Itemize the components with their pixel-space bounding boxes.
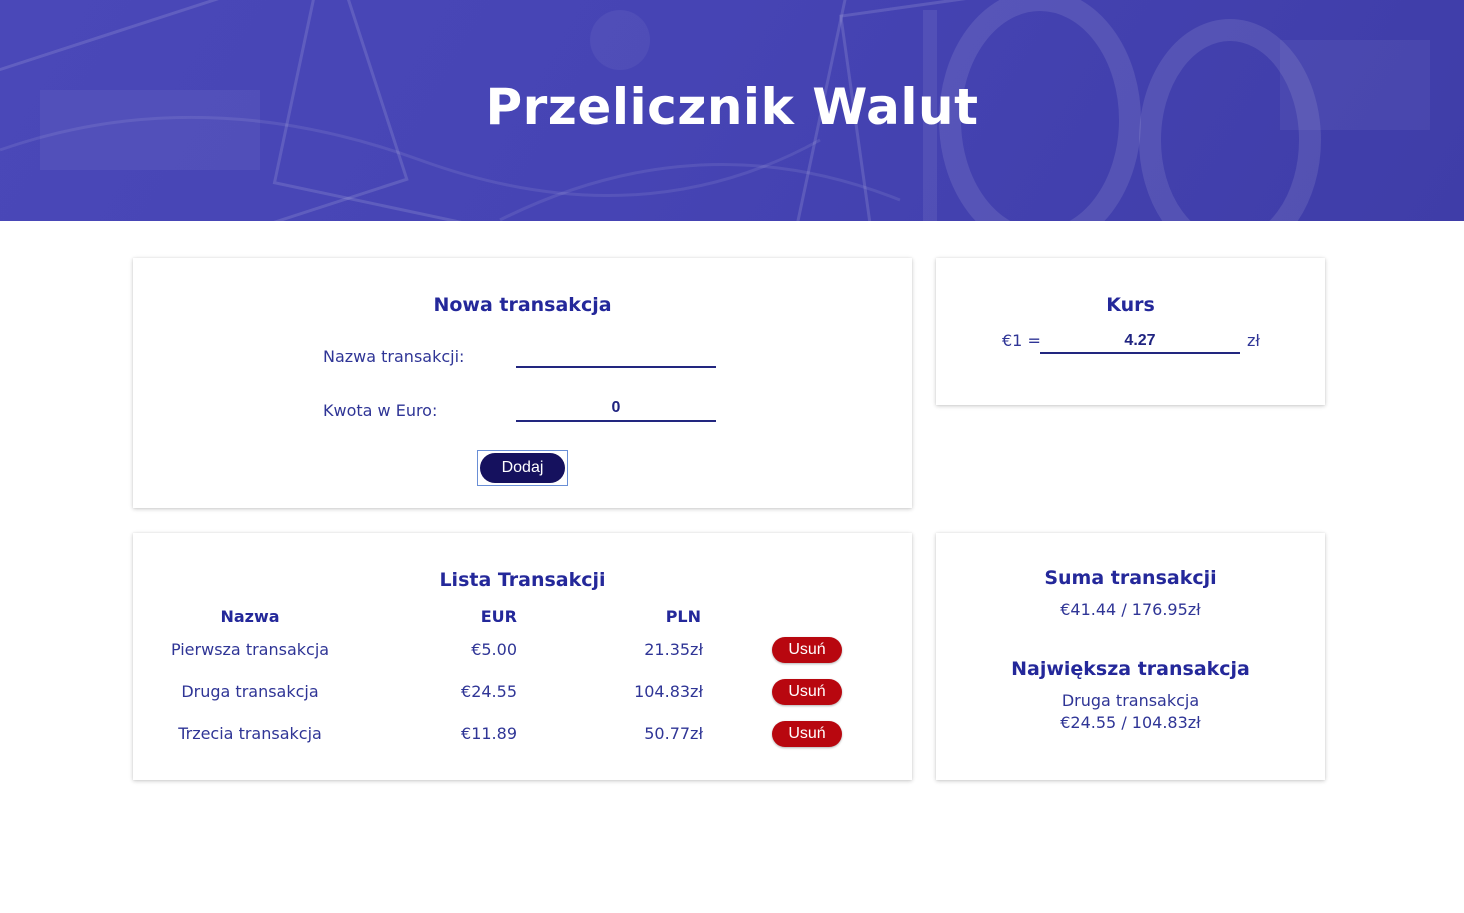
add-button-focus-ring: Dodaj — [477, 450, 568, 486]
transactions-title: Lista Transakcji — [439, 569, 606, 591]
hero-banner: Przelicznik Walut — [0, 0, 1464, 221]
transaction-eur: €5.00 — [471, 640, 517, 659]
transaction-eur: €24.55 — [461, 682, 517, 701]
transaction-name: Trzecia transakcja — [178, 724, 322, 743]
column-header-name: Nazwa — [220, 607, 280, 626]
amount-label: Kwota w Euro: — [323, 401, 438, 420]
rate-title: Kurs — [1106, 294, 1155, 316]
transaction-eur: €11.89 — [461, 724, 517, 743]
transaction-name: Druga transakcja — [181, 682, 319, 701]
largest-name: Druga transakcja — [1061, 691, 1200, 710]
name-label: Nazwa transakcji: — [323, 347, 465, 366]
transaction-name: Pierwsza transakcja — [170, 640, 330, 659]
column-header-eur: EUR — [480, 607, 517, 626]
largest-value: €24.55 / 104.83zł — [1060, 713, 1201, 732]
transaction-pln: 104.83zł — [634, 682, 703, 701]
delete-button[interactable]: Usuń — [772, 679, 842, 705]
largest-title: Największa transakcja — [1011, 658, 1250, 680]
rate-input[interactable] — [1040, 329, 1240, 354]
rate-suffix: zł — [1247, 331, 1260, 350]
delete-button[interactable]: Usuń — [772, 721, 842, 747]
sum-value: €41.44 / 176.95zł — [1060, 600, 1201, 619]
summary-card: Suma transakcji €41.44 / 176.95zł Najwię… — [936, 533, 1325, 780]
sum-title: Suma transakcji — [1044, 567, 1217, 589]
transaction-name-input[interactable] — [516, 342, 716, 368]
rate-prefix: €1 = — [1002, 331, 1041, 350]
transaction-pln: 50.77zł — [644, 724, 703, 743]
transactions-card: Lista Transakcji Nazwa EUR PLN Pierwsza … — [133, 533, 912, 780]
column-header-pln: PLN — [665, 607, 701, 626]
add-button[interactable]: Dodaj — [480, 453, 565, 483]
amount-eur-input[interactable] — [516, 396, 716, 422]
page-title: Przelicznik Walut — [485, 78, 979, 136]
delete-button[interactable]: Usuń — [772, 637, 842, 663]
rate-card: Kurs €1 = zł — [936, 258, 1325, 405]
new-transaction-title: Nowa transakcja — [433, 294, 612, 316]
transaction-pln: 21.35zł — [644, 640, 703, 659]
new-transaction-card: Nowa transakcja Nazwa transakcji: Kwota … — [133, 258, 912, 508]
